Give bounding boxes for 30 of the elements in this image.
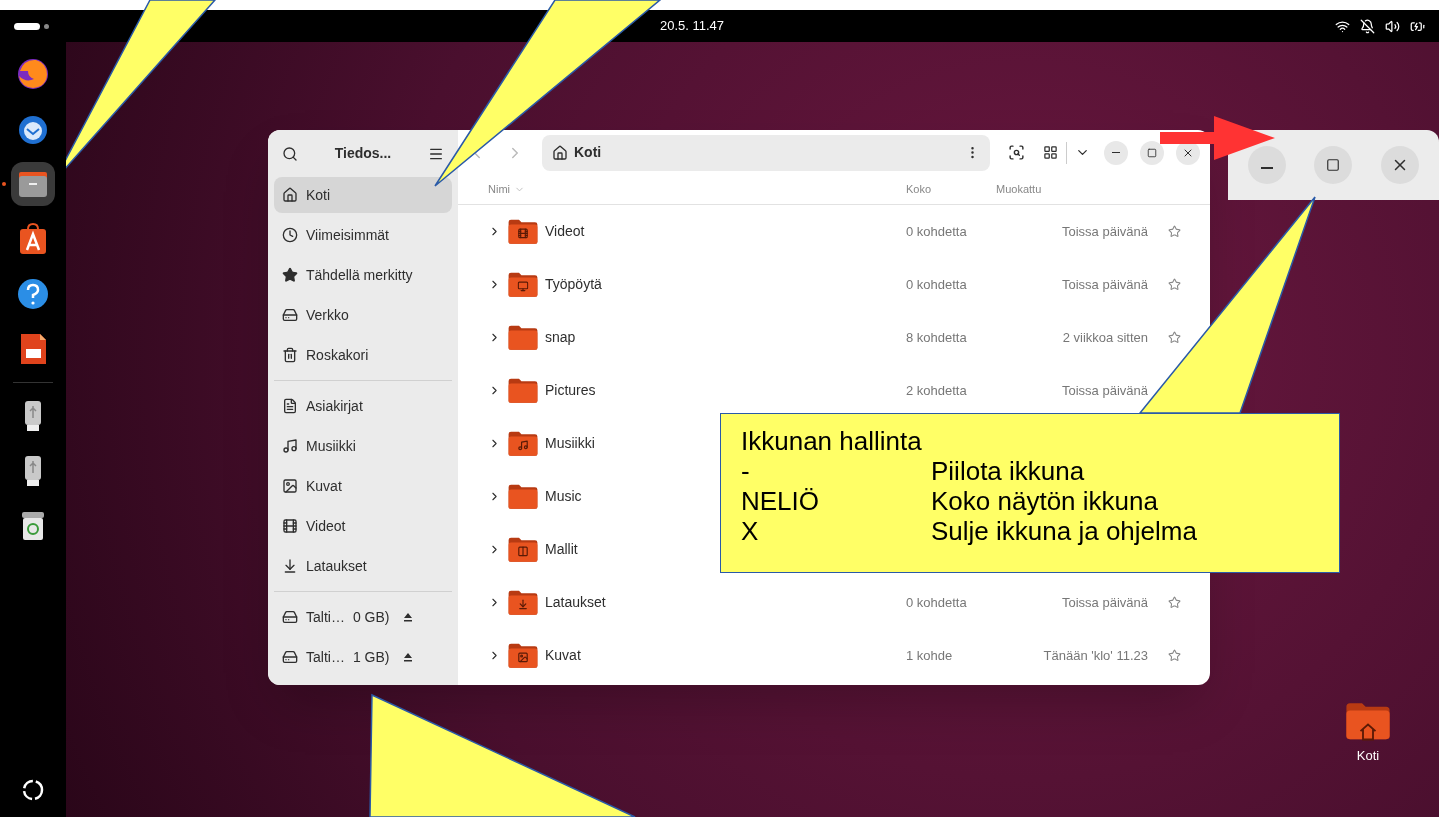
file-size: 2 kohdetta <box>906 381 968 400</box>
file-size: 8 kohdetta <box>906 328 968 347</box>
file-size: 0 kohdetta <box>906 222 968 241</box>
file-name: Työpöytä <box>545 275 602 294</box>
file-name: Musiikki <box>545 434 595 453</box>
file-date: Toissa päivänä <box>1061 275 1148 294</box>
file-name: Videot <box>545 222 585 241</box>
file-size: 1 kohde <box>906 646 954 665</box>
file-size: 0 kohdetta <box>906 275 968 294</box>
file-date: Toissa päivänä <box>1061 593 1148 612</box>
callout-key: - <box>741 456 931 486</box>
path-label: Koti <box>574 143 603 162</box>
file-name: Pictures <box>545 381 596 400</box>
callout-key: X <box>741 516 931 546</box>
callout-text: Piilota ikkuna <box>931 456 1085 486</box>
file-name: Kuvat <box>545 646 581 665</box>
callout-text: Sulje ikkuna ja ohjelma <box>931 516 1197 546</box>
file-date: Toissa päivänä <box>1061 381 1148 400</box>
callout-title: Ikkunan hallinta <box>741 426 923 456</box>
file-size: 0 kohdetta <box>906 593 968 612</box>
file-date: Tänään 'klo' 11.23 <box>1042 646 1148 665</box>
file-name: Mallit <box>545 540 578 559</box>
file-name: Lataukset <box>545 593 606 612</box>
callout-key: NELIÖ <box>741 486 931 516</box>
file-date: 2 viikkoa sitten <box>1061 328 1148 347</box>
file-date: Toissa päivänä <box>1061 222 1148 241</box>
file-name: Music <box>545 487 582 506</box>
file-name: snap <box>545 328 576 347</box>
window-title: Tiedos... <box>334 144 392 163</box>
callout-text: Koko näytön ikkuna <box>931 486 1158 516</box>
